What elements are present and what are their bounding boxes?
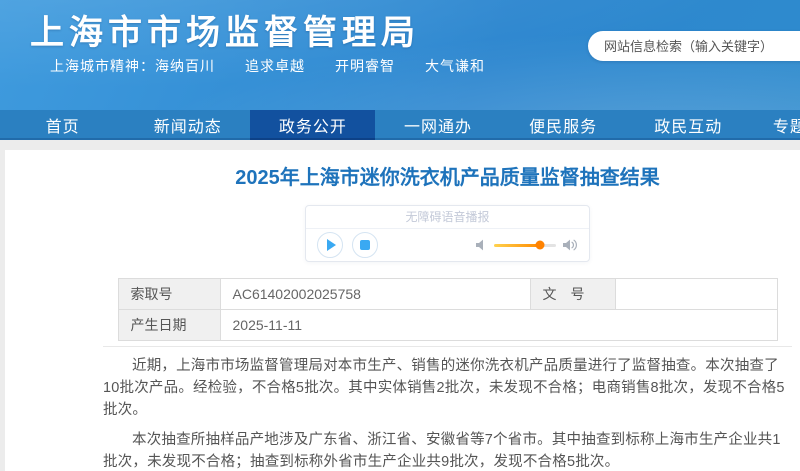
site-search[interactable] <box>588 31 800 61</box>
site-title: 上海市市场监督管理局 <box>30 5 420 54</box>
meta-date-label: 产生日期 <box>118 310 220 341</box>
motto-part: 追求卓越 <box>245 56 305 76</box>
nav-item-interaction[interactable]: 政民互动 <box>626 110 751 140</box>
meta-index-label: 索取号 <box>118 279 220 310</box>
meta-date-value: 2025-11-11 <box>220 310 777 341</box>
play-button[interactable] <box>317 232 343 258</box>
document-meta-table: 索取号 AC61402002025758 文 号 产生日期 2025-11-11 <box>118 278 778 341</box>
stop-icon <box>360 240 370 250</box>
article-body: 近期，上海市市场监督管理局对本市生产、销售的迷你洗衣机产品质量进行了监督抽查。本… <box>103 355 792 471</box>
content-card: 2025年上海市迷你洗衣机产品质量监督抽查结果 无障碍语音播报 <box>5 150 800 471</box>
nav-item-home[interactable]: 首页 <box>0 110 125 140</box>
audio-player-label: 无障碍语音播报 <box>306 206 589 229</box>
article-paragraph: 本次抽查所抽样品产地涉及广东省、浙江省、安徽省等7个省市。其中抽查到标称上海市生… <box>103 429 792 471</box>
meta-doc-label: 文 号 <box>530 279 615 310</box>
volume-high-icon <box>563 239 578 251</box>
search-input[interactable] <box>588 39 800 54</box>
volume-control <box>476 239 578 251</box>
meta-index-value: AC61402002025758 <box>220 279 530 310</box>
page-title: 2025年上海市迷你洗衣机产品质量监督抽查结果 <box>103 163 792 193</box>
accessibility-audio-player: 无障碍语音播报 <box>305 205 590 262</box>
nav-item-public-service[interactable]: 便民服务 <box>501 110 626 140</box>
motto-part: 上海城市精神：海纳百川 <box>50 56 215 76</box>
nav-item-news[interactable]: 新闻动态 <box>125 110 250 140</box>
table-row: 产生日期 2025-11-11 <box>118 310 777 341</box>
city-motto: 上海城市精神：海纳百川 追求卓越 开明睿智 大气谦和 <box>50 56 485 76</box>
play-icon <box>327 239 336 251</box>
main-nav: 首页 新闻动态 政务公开 一网通办 便民服务 政民互动 专题 <box>0 110 800 140</box>
nav-item-topics[interactable]: 专题 <box>751 110 800 140</box>
table-row: 索取号 AC61402002025758 文 号 <box>118 279 777 310</box>
meta-doc-value <box>615 279 777 310</box>
site-header: 上海市市场监督管理局 上海城市精神：海纳百川 追求卓越 开明睿智 大气谦和 <box>0 0 800 110</box>
article-paragraph: 近期，上海市市场监督管理局对本市生产、销售的迷你洗衣机产品质量进行了监督抽查。本… <box>103 355 792 421</box>
volume-low-icon <box>476 239 487 251</box>
section-divider <box>103 346 792 347</box>
motto-part: 大气谦和 <box>425 56 485 76</box>
stop-button[interactable] <box>352 232 378 258</box>
motto-part: 开明睿智 <box>335 56 395 76</box>
nav-item-one-stop[interactable]: 一网通办 <box>375 110 500 140</box>
volume-slider[interactable] <box>494 244 556 247</box>
nav-item-gov-disclosure[interactable]: 政务公开 <box>250 110 375 140</box>
volume-slider-thumb[interactable] <box>535 241 544 250</box>
